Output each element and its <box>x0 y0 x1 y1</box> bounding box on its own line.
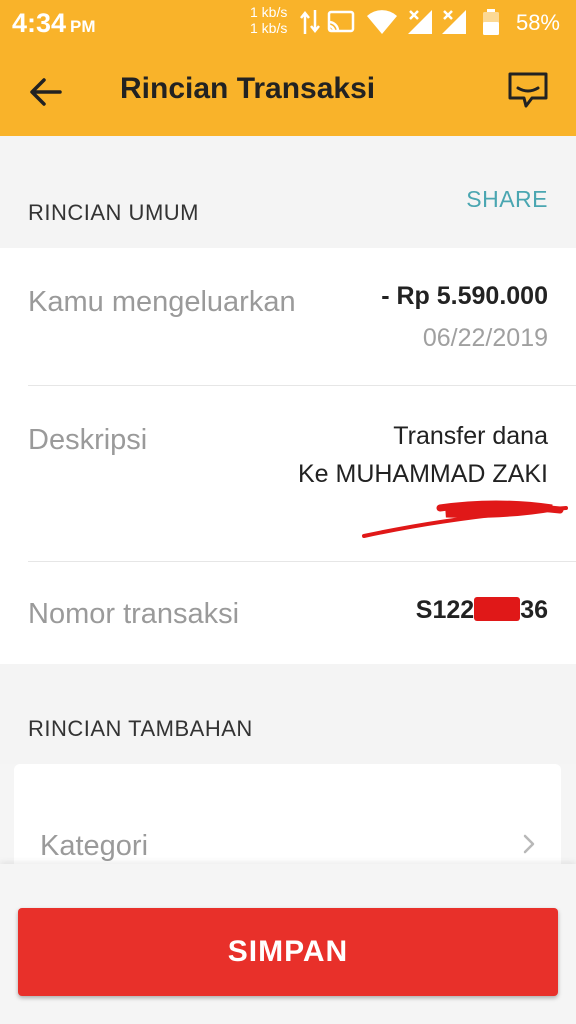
data-transfer-icon <box>300 10 320 34</box>
signal-sim1-icon <box>408 10 432 34</box>
general-section-title: RINCIAN UMUM <box>28 200 199 225</box>
general-details-card: Kamu mengeluarkan - Rp 5.590.000 06/22/2… <box>0 248 576 664</box>
save-button[interactable]: SIMPAN <box>18 908 558 996</box>
divider <box>28 385 576 386</box>
amount-value: - Rp 5.590.000 <box>381 282 548 310</box>
description-line-2: Ke MUHAMMAD ZAKI <box>297 460 548 488</box>
cast-icon <box>327 10 355 33</box>
description-line-1: Transfer dana <box>393 422 548 450</box>
status-time-value: 4:34 <box>12 8 67 38</box>
status-time-ampm: PM <box>70 17 96 36</box>
amount-row: Kamu mengeluarkan - Rp 5.590.000 06/22/2… <box>28 282 576 392</box>
signal-sim2-icon <box>442 10 466 34</box>
redaction-scribble <box>362 500 568 538</box>
transaction-number-redaction <box>474 597 521 621</box>
transaction-number-label: Nomor transaksi <box>28 598 240 630</box>
back-arrow-icon[interactable] <box>26 72 66 112</box>
extra-section-header: RINCIAN TAMBAHAN <box>0 664 576 764</box>
bottom-action-bar: SIMPAN <box>0 864 576 1024</box>
chat-bubble-icon[interactable] <box>506 70 550 112</box>
app-bar: Rincian Transaksi <box>0 46 576 136</box>
transaction-number-prefix: S122 <box>415 596 475 624</box>
category-label: Kategori <box>40 830 149 862</box>
battery-percentage: 58% <box>515 10 560 35</box>
transaction-number-value: S122 36 <box>416 596 548 625</box>
transaction-number-row: Nomor transaksi S122 36 <box>28 594 576 644</box>
battery-icon <box>483 9 499 35</box>
network-speed: 1 kb/s 1 kb/s <box>250 4 287 36</box>
chevron-right-icon <box>523 834 535 854</box>
status-bar: 4:34 PM 1 kb/s 1 kb/s 58% <box>0 0 576 46</box>
transaction-date: 06/22/2019 <box>422 324 548 352</box>
share-button[interactable]: SHARE <box>466 186 548 213</box>
wifi-icon <box>367 10 397 35</box>
status-time: 4:34 PM <box>12 8 96 39</box>
network-speed-down: 1 kb/s <box>250 20 288 36</box>
extra-section-title: RINCIAN TAMBAHAN <box>28 716 253 741</box>
network-speed-up: 1 kb/s <box>250 4 288 20</box>
page-title: Rincian Transaksi <box>120 72 376 105</box>
divider <box>28 561 576 562</box>
general-section-header: RINCIAN UMUM SHARE <box>0 136 576 248</box>
category-row[interactable]: Kategori <box>14 764 561 864</box>
spent-label: Kamu mengeluarkan <box>28 286 296 318</box>
description-label: Deskripsi <box>28 424 148 456</box>
transaction-number-suffix: 36 <box>520 596 548 624</box>
